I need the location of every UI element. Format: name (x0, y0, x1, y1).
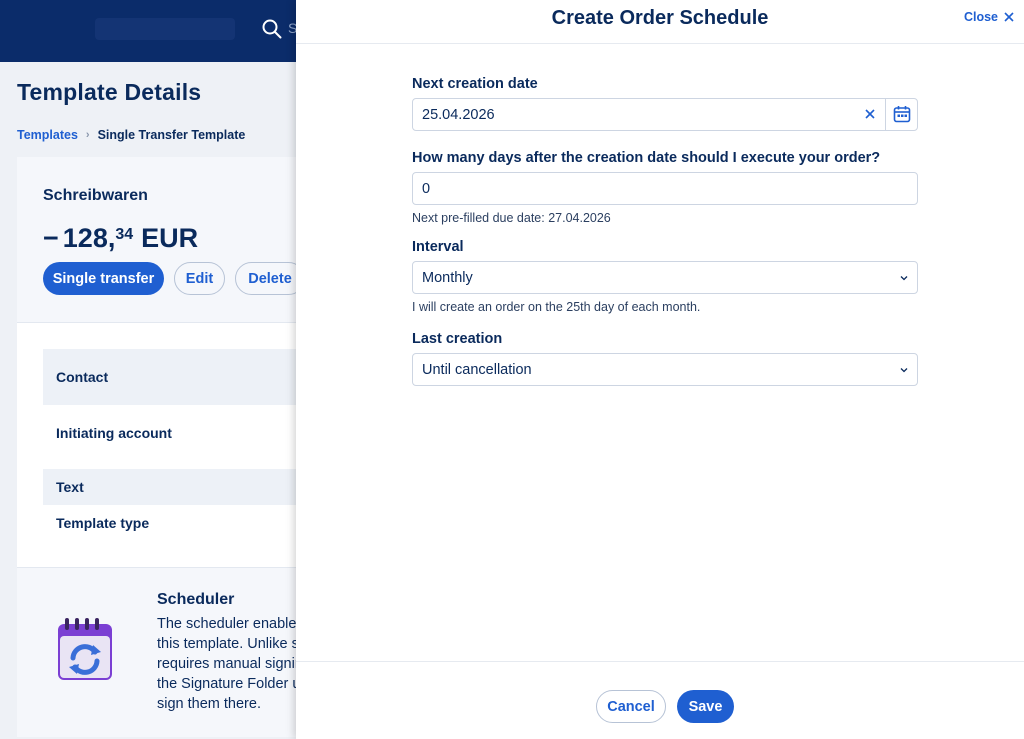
contact-label: Contact (56, 369, 109, 385)
delete-button[interactable]: Delete (235, 262, 305, 295)
scheduler-line: this template. Unlike s (157, 636, 299, 652)
save-button[interactable]: Save (677, 690, 734, 723)
text-label: Text (56, 479, 84, 495)
cancel-button[interactable]: Cancel (596, 690, 666, 723)
interval-select[interactable]: Monthly (412, 261, 918, 294)
calendar-icon (893, 106, 911, 123)
amount-currency: EUR (141, 223, 199, 253)
next-creation-date-value: 25.04.2026 (422, 106, 495, 123)
days-after-input[interactable]: 0 (412, 172, 918, 205)
next-creation-date-field[interactable]: 25.04.2026 (412, 97, 918, 131)
modal-title: Create Order Schedule (551, 7, 769, 29)
clear-icon[interactable] (863, 107, 877, 121)
brand-logo[interactable] (95, 18, 235, 40)
template-type-label: Template type (56, 515, 150, 531)
due-date-helper: Next pre-filled due date: 27.04.2026 (412, 211, 611, 225)
calendar-button[interactable] (885, 97, 918, 131)
chevron-right-icon: › (85, 129, 90, 141)
page-title: Template Details (17, 79, 202, 105)
close-icon (1004, 12, 1014, 22)
close-button[interactable]: Close (964, 10, 1014, 24)
interval-label: Interval (412, 239, 464, 255)
create-order-schedule-panel: Create Order Schedule Close Next creatio… (296, 0, 1024, 739)
next-creation-date-label: Next creation date (412, 76, 538, 92)
modal-footer: Cancel Save (296, 661, 1024, 739)
scheduler-title: Scheduler (157, 591, 235, 608)
breadcrumb-link-templates[interactable]: Templates (17, 128, 78, 142)
close-label: Close (963, 10, 998, 24)
amount-decimals: 34 (115, 226, 134, 243)
last-creation-value: Until cancellation (422, 361, 532, 378)
interval-helper: I will create an order on the 25th day o… (412, 300, 701, 314)
days-after-value: 0 (422, 180, 431, 197)
amount: − 128, 34 EUR (43, 223, 198, 254)
breadcrumb: Templates › Single Transfer Template (17, 128, 245, 142)
days-after-label: How many days after the creation date sh… (412, 150, 881, 166)
scheduler-line: the Signature Folder u (157, 676, 301, 692)
amount-integer: 128, (62, 223, 116, 253)
template-name: Schreibwaren (43, 187, 148, 204)
breadcrumb-current: Single Transfer Template (97, 128, 246, 142)
edit-button[interactable]: Edit (174, 262, 225, 295)
modal-header: Create Order Schedule Close (296, 0, 1024, 44)
calendar-refresh-icon (58, 618, 112, 680)
scheduler-line: sign them there. (157, 696, 261, 712)
amount-sign: − (43, 223, 59, 253)
search-icon[interactable] (262, 19, 282, 39)
scheduler-line: The scheduler enables (157, 616, 304, 632)
chevron-down-icon (900, 368, 908, 373)
last-creation-label: Last creation (412, 331, 503, 347)
chevron-down-icon (900, 276, 908, 281)
single-transfer-badge: Single transfer (43, 262, 164, 295)
scheduler-description: The scheduler enables this template. Unl… (157, 614, 307, 714)
schedule-form: Next creation date 25.04.2026 How many d… (412, 76, 918, 386)
last-creation-select[interactable]: Until cancellation (412, 353, 918, 386)
initiating-account-label: Initiating account (56, 425, 172, 441)
interval-value: Monthly (422, 269, 473, 286)
scheduler-line: requires manual signin (157, 656, 303, 672)
